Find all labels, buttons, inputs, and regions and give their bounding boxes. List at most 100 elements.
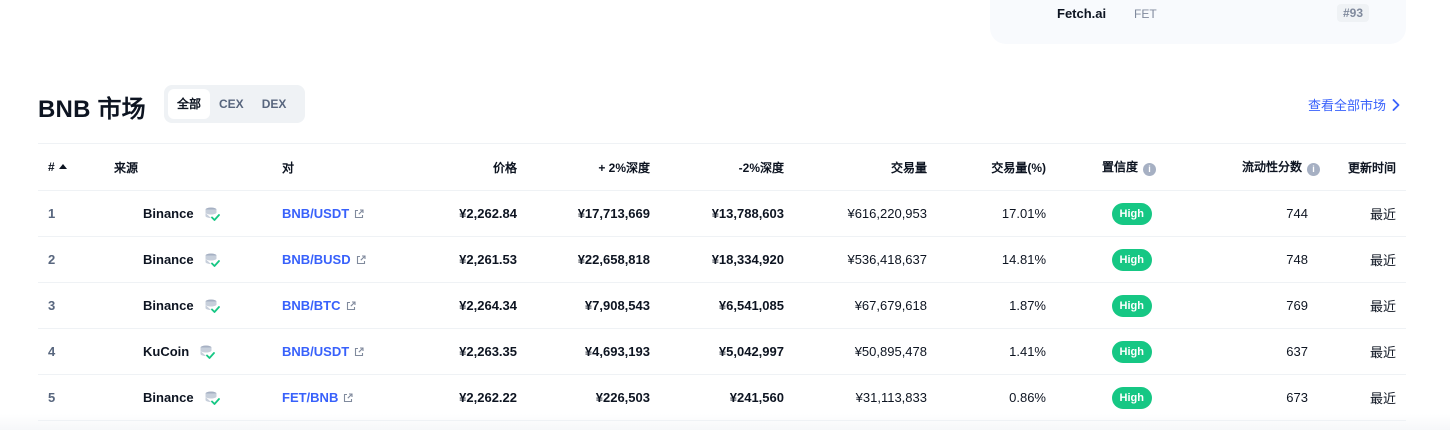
row-liquidity: 748 [1156, 236, 1320, 283]
info-icon[interactable]: i [1307, 163, 1320, 176]
header-updated-label: 更新时间 [1347, 160, 1396, 175]
header-price[interactable]: 价格 [422, 143, 517, 191]
exchange-name[interactable]: Binance [143, 298, 194, 313]
header-depth-plus-label: + 2%深度 [598, 160, 650, 175]
row-source[interactable]: Binance [114, 282, 282, 329]
table-header-row: # 来源 对 价格 + 2%深度 -2%深度 交易量 交易量(%) 置信度 i 流… [38, 143, 1406, 191]
header-depth-minus-label: -2%深度 [738, 160, 784, 175]
header-num[interactable]: # [38, 143, 114, 191]
confidence-badge: High [1111, 248, 1152, 271]
exchange-name[interactable]: KuCoin [143, 344, 189, 359]
table-row[interactable]: 4 KuCoin BNB/USDT ¥2,263.35 ¥4,693,193 ¥… [38, 328, 1406, 375]
row-volume-pct: 14.81% [927, 236, 1046, 283]
tab-cex[interactable]: CEX [210, 89, 253, 119]
table-row[interactable]: 1 Binance BNB/USDT ¥2,262.84 ¥17,713,669… [38, 190, 1406, 237]
header-price-label: 价格 [492, 160, 517, 175]
database-check-icon [205, 391, 220, 405]
row-num: 2 [38, 236, 114, 283]
pair-label: BNB/BTC [282, 298, 341, 313]
row-volume-pct: 1.87% [927, 282, 1046, 329]
table-body: 1 Binance BNB/USDT ¥2,262.84 ¥17,713,669… [38, 190, 1406, 421]
view-all-markets-link[interactable]: 查看全部市场 [1308, 95, 1400, 114]
row-liquidity: 769 [1156, 282, 1320, 329]
header-confidence[interactable]: 置信度 i [1046, 143, 1156, 191]
row-source[interactable]: KuCoin [114, 328, 282, 375]
pair-label: BNB/BUSD [282, 252, 351, 267]
markets-table: # 来源 对 价格 + 2%深度 -2%深度 交易量 交易量(%) 置信度 i 流… [38, 143, 1406, 421]
pair-link[interactable]: BNB/BTC [282, 298, 356, 313]
row-pair[interactable]: BNB/BTC [282, 282, 422, 329]
table-row[interactable]: 3 Binance BNB/BTC ¥2,264.34 ¥7,908,543 ¥… [38, 282, 1406, 329]
row-pair[interactable]: BNB/USDT [282, 328, 422, 375]
row-depth-minus: ¥5,042,997 [650, 328, 784, 375]
confidence-badge: High [1111, 386, 1152, 409]
database-check-icon [200, 345, 216, 359]
header-liquidity-label: 流动性分数 [1241, 160, 1302, 174]
header-volume-pct[interactable]: 交易量(%) [927, 143, 1046, 191]
pair-label: FET/BNB [282, 390, 339, 405]
coin-name: Fetch.ai [1057, 6, 1107, 21]
header-pair[interactable]: 对 [282, 143, 422, 191]
header-source-label: 来源 [114, 160, 139, 175]
external-link-icon [344, 392, 353, 402]
row-depth-plus: ¥22,658,818 [517, 236, 650, 283]
row-price: ¥2,262.84 [422, 190, 517, 237]
row-num: 4 [38, 328, 114, 375]
view-all-label: 查看全部市场 [1307, 98, 1386, 113]
row-updated: 最近 [1320, 282, 1406, 329]
pair-label: BNB/USDT [282, 344, 350, 359]
row-updated: 最近 [1320, 236, 1406, 283]
row-liquidity: 637 [1156, 328, 1320, 375]
row-source[interactable]: Binance [114, 190, 282, 237]
database-check-icon [205, 253, 220, 267]
row-pair[interactable]: BNB/BUSD [282, 236, 422, 283]
pair-link[interactable]: FET/BNB [282, 390, 353, 405]
row-price: ¥2,261.53 [422, 236, 517, 283]
pair-link[interactable]: BNB/USDT [282, 206, 364, 221]
tab-all[interactable]: 全部 [168, 89, 211, 119]
row-volume: ¥536,418,637 [784, 236, 927, 283]
header-source[interactable]: 来源 [114, 143, 282, 191]
row-liquidity: 744 [1156, 190, 1320, 237]
coin-symbol: FET [1134, 7, 1157, 21]
rank-badge: #93 [1337, 4, 1370, 22]
row-updated: 最近 [1320, 328, 1406, 375]
header-volume-label: 交易量 [890, 160, 927, 175]
row-source[interactable]: Binance [114, 236, 282, 283]
row-price: ¥2,263.35 [422, 328, 517, 375]
row-depth-plus: ¥4,693,193 [517, 328, 650, 375]
row-depth-minus: ¥6,541,085 [650, 282, 784, 329]
header-volume-pct-label: 交易量(%) [991, 160, 1046, 175]
pair-label: BNB/USDT [282, 206, 350, 221]
market-filter-tabs: 全部 CEX DEX [164, 85, 305, 123]
row-updated: 最近 [1320, 190, 1406, 237]
row-volume: ¥67,679,618 [784, 282, 927, 329]
exchange-name[interactable]: Binance [143, 390, 194, 405]
related-coin-card[interactable]: Fetch.ai FET #93 [990, 0, 1406, 44]
row-pair[interactable]: BNB/USDT [282, 190, 422, 237]
chevron-right-icon [1392, 98, 1400, 111]
header-liquidity[interactable]: 流动性分数 i [1156, 143, 1320, 191]
row-depth-plus: ¥17,713,669 [517, 190, 650, 237]
info-icon[interactable]: i [1143, 163, 1156, 176]
row-confidence: High [1046, 328, 1156, 375]
header-updated[interactable]: 更新时间 [1320, 143, 1406, 191]
external-link-icon [355, 208, 364, 218]
pair-link[interactable]: BNB/USDT [282, 344, 364, 359]
header-confidence-label: 置信度 [1101, 160, 1138, 174]
database-check-icon [205, 207, 220, 221]
header-volume[interactable]: 交易量 [784, 143, 927, 191]
row-num: 3 [38, 282, 114, 329]
tab-dex[interactable]: DEX [253, 89, 296, 119]
pair-link[interactable]: BNB/BUSD [282, 252, 366, 267]
exchange-name[interactable]: Binance [143, 252, 194, 267]
confidence-badge: High [1111, 340, 1152, 363]
row-volume-pct: 17.01% [927, 190, 1046, 237]
row-volume: ¥50,895,478 [784, 328, 927, 375]
exchange-name[interactable]: Binance [143, 206, 194, 221]
table-row[interactable]: 2 Binance BNB/BUSD ¥2,261.53 ¥22,658,818… [38, 236, 1406, 283]
confidence-badge: High [1111, 202, 1152, 225]
row-num: 1 [38, 190, 114, 237]
header-depth-plus[interactable]: + 2%深度 [517, 143, 650, 191]
header-depth-minus[interactable]: -2%深度 [650, 143, 784, 191]
